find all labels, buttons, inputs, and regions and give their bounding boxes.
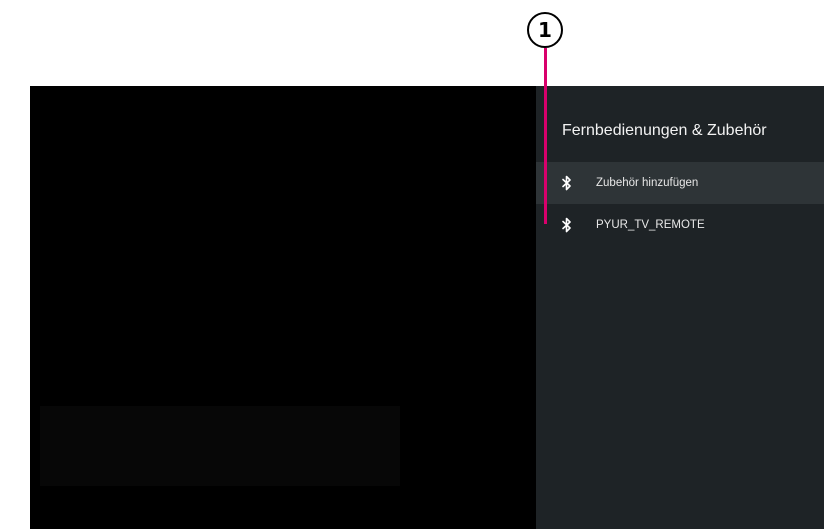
screenshot: 1 Fernbedienungen & Zubehör Zubehör hinz… [0,0,824,529]
background-video [30,86,536,529]
callout-badge: 1 [527,12,563,48]
settings-panel: Fernbedienungen & Zubehör Zubehör hinzuf… [536,86,824,529]
menu-list: Zubehör hinzufügen PYUR_TV_REMOTE [536,162,824,246]
bluetooth-icon [560,174,574,192]
menu-item-add-accessory[interactable]: Zubehör hinzufügen [536,162,824,204]
bluetooth-icon [560,216,574,234]
menu-item-label: Zubehör hinzufügen [596,177,699,189]
callout-line [544,48,547,224]
panel-title: Fernbedienungen & Zubehör [562,122,767,139]
callout-number: 1 [538,18,552,42]
menu-item-label: PYUR_TV_REMOTE [596,219,705,231]
tv-screen: Fernbedienungen & Zubehör Zubehör hinzuf… [30,86,824,529]
menu-item-remote[interactable]: PYUR_TV_REMOTE [536,204,824,246]
background-shape [40,406,400,486]
